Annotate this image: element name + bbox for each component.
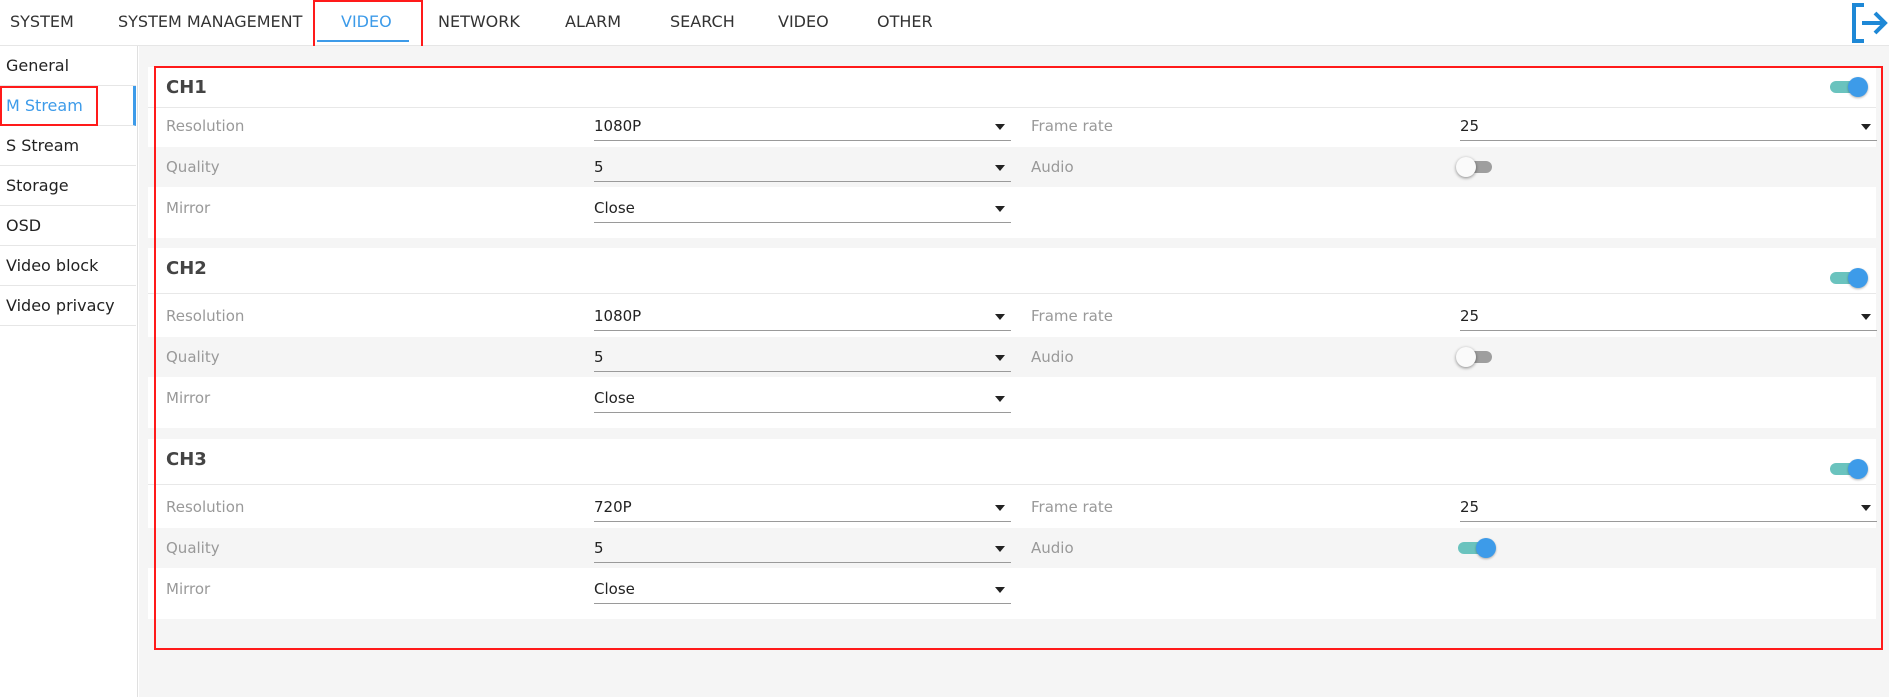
nav-tab-alarm[interactable]: ALARM xyxy=(565,0,621,46)
settings-row: Resolution 1080P Frame rate 25 xyxy=(148,296,1877,336)
quality-label: Quality xyxy=(166,158,220,176)
sidebar-item-m-stream[interactable]: M Stream xyxy=(0,86,136,126)
channel-title: CH2 xyxy=(166,258,207,279)
settings-row: Mirror Close xyxy=(148,188,1876,228)
audio-label: Audio xyxy=(1031,539,1074,557)
chevron-down-icon xyxy=(995,206,1005,212)
sidebar-item-storage[interactable]: Storage xyxy=(0,166,136,206)
sidebar-item-s-stream[interactable]: S Stream xyxy=(0,126,136,166)
mirror-select[interactable]: Close xyxy=(594,575,1011,604)
channel-panel-ch3: CH3 Resolution 720P Frame rate 25 Qualit… xyxy=(148,439,1877,619)
frame-rate-label: Frame rate xyxy=(1031,117,1113,135)
audio-toggle[interactable] xyxy=(1456,537,1496,559)
chevron-down-icon xyxy=(995,165,1005,171)
nav-tab-system[interactable]: SYSTEM xyxy=(10,0,74,46)
divider xyxy=(148,293,1876,294)
channel-enable-toggle[interactable] xyxy=(1828,267,1868,289)
audio-toggle[interactable] xyxy=(1456,156,1496,178)
quality-label: Quality xyxy=(166,539,220,557)
mirror-label: Mirror xyxy=(166,580,211,598)
settings-row: Mirror Close xyxy=(148,569,1876,609)
frame-rate-label: Frame rate xyxy=(1031,498,1113,516)
audio-toggle[interactable] xyxy=(1456,346,1496,368)
top-nav: SYSTEM SYSTEM MANAGEMENT VIDEO NETWORK A… xyxy=(0,0,1889,46)
chevron-down-icon xyxy=(995,124,1005,130)
frame-rate-select[interactable]: 25 xyxy=(1460,112,1877,141)
chevron-down-icon xyxy=(995,355,1005,361)
nav-tab-search[interactable]: SEARCH xyxy=(670,0,735,46)
quality-select[interactable]: 5 xyxy=(594,343,1011,372)
divider xyxy=(148,484,1876,485)
frame-rate-select[interactable]: 25 xyxy=(1460,302,1877,331)
resolution-select[interactable]: 1080P xyxy=(594,112,1011,141)
resolution-label: Resolution xyxy=(166,498,245,516)
sidebar-item-video-privacy[interactable]: Video privacy xyxy=(0,286,136,326)
chevron-down-icon xyxy=(995,546,1005,552)
chevron-down-icon xyxy=(1861,314,1871,320)
resolution-select[interactable]: 720P xyxy=(594,493,1011,522)
settings-row: Resolution 720P Frame rate 25 xyxy=(148,487,1877,527)
channel-enable-toggle[interactable] xyxy=(1828,76,1868,98)
nav-tab-system-management[interactable]: SYSTEM MANAGEMENT xyxy=(118,0,302,46)
quality-select[interactable]: 5 xyxy=(594,534,1011,563)
chevron-down-icon xyxy=(995,396,1005,402)
mirror-label: Mirror xyxy=(166,389,211,407)
settings-row: Quality 5 Audio xyxy=(148,528,1876,568)
frame-rate-select[interactable]: 25 xyxy=(1460,493,1877,522)
audio-label: Audio xyxy=(1031,158,1074,176)
settings-row: Quality 5 Audio xyxy=(148,337,1876,377)
chevron-down-icon xyxy=(995,505,1005,511)
nav-tab-video-2[interactable]: VIDEO xyxy=(778,0,829,46)
audio-label: Audio xyxy=(1031,348,1074,366)
settings-row: Resolution 1080P Frame rate 25 xyxy=(148,106,1877,146)
chevron-down-icon xyxy=(1861,124,1871,130)
chevron-down-icon xyxy=(995,314,1005,320)
mirror-label: Mirror xyxy=(166,199,211,217)
channel-panel-ch1: CH1 Resolution 1080P Frame rate 25 Quali… xyxy=(148,67,1877,238)
settings-row: Quality 5 Audio xyxy=(148,147,1876,187)
mirror-select[interactable]: Close xyxy=(594,194,1011,223)
resolution-label: Resolution xyxy=(166,307,245,325)
active-tab-indicator xyxy=(317,40,409,42)
sidebar-item-video-block[interactable]: Video block xyxy=(0,246,136,286)
nav-tab-network[interactable]: NETWORK xyxy=(438,0,520,46)
sidebar: General M Stream S Stream Storage OSD Vi… xyxy=(0,46,138,697)
frame-rate-label: Frame rate xyxy=(1031,307,1113,325)
channel-enable-toggle[interactable] xyxy=(1828,458,1868,480)
settings-row: Mirror Close xyxy=(148,378,1876,418)
sidebar-item-osd[interactable]: OSD xyxy=(0,206,136,246)
channel-title: CH1 xyxy=(166,77,207,98)
sidebar-item-general[interactable]: General xyxy=(0,46,136,86)
resolution-label: Resolution xyxy=(166,117,245,135)
resolution-select[interactable]: 1080P xyxy=(594,302,1011,331)
channel-title: CH3 xyxy=(166,449,207,470)
nav-tab-other[interactable]: OTHER xyxy=(877,0,933,46)
chevron-down-icon xyxy=(995,587,1005,593)
quality-select[interactable]: 5 xyxy=(594,153,1011,182)
chevron-down-icon xyxy=(1861,505,1871,511)
channel-panel-ch2: CH2 Resolution 1080P Frame rate 25 Quali… xyxy=(148,248,1877,428)
quality-label: Quality xyxy=(166,348,220,366)
logout-icon[interactable] xyxy=(1850,2,1889,44)
mirror-select[interactable]: Close xyxy=(594,384,1011,413)
